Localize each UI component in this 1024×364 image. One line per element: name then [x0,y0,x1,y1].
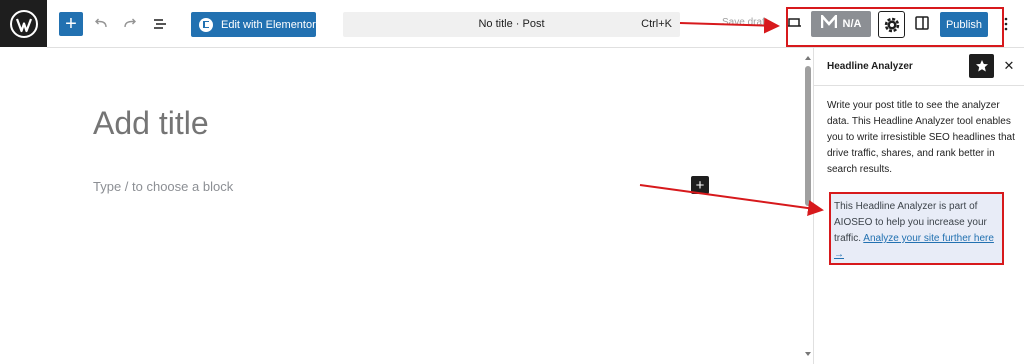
add-block-symbol: + [65,13,77,35]
canvas-scrollbar[interactable] [803,48,813,364]
inserter-symbol: + [695,176,705,194]
document-title: No title · Post [478,18,545,30]
scroll-up-icon [805,56,811,60]
undo-icon [95,18,107,28]
save-draft-button[interactable]: Save draft [722,17,768,28]
pin-star-button[interactable] [969,54,994,78]
panel-title: Headline Analyzer [827,61,913,72]
post-title-input[interactable]: Add title [93,105,209,142]
command-palette-bar[interactable]: No title · Post Ctrl+K [343,12,680,37]
redo-icon [124,18,136,28]
block-placeholder[interactable]: Type / to choose a block [93,179,233,194]
wordpress-logo[interactable] [0,0,47,47]
redo-button[interactable] [118,12,142,36]
command-shortcut: Ctrl+K [641,18,672,30]
list-view-button[interactable] [148,12,172,36]
elementor-label: Edit with Elementor [221,18,316,31]
scroll-down-icon [805,352,811,356]
close-icon: ✕ [1003,58,1015,73]
panel-description: Write your post title to see the analyze… [827,100,1015,175]
editor-canvas [0,48,813,364]
wordpress-logo-icon [9,9,38,38]
undo-button[interactable] [89,12,113,36]
add-block-button[interactable]: + [59,12,83,36]
list-view-icon [154,19,166,29]
toolbar-highlight-box [786,7,1004,47]
block-inserter-button[interactable]: + [691,176,709,194]
star-icon [975,60,988,72]
close-panel-button[interactable]: ✕ [1002,56,1016,76]
edit-with-elementor-button[interactable]: Edit with Elementor [191,12,316,37]
panel-header: Headline Analyzer ✕ [814,48,1024,86]
promo-highlight-box [829,192,1004,265]
scrollbar-thumb[interactable] [805,66,811,206]
more-vertical-icon [1004,17,1008,31]
elementor-icon [199,17,213,32]
